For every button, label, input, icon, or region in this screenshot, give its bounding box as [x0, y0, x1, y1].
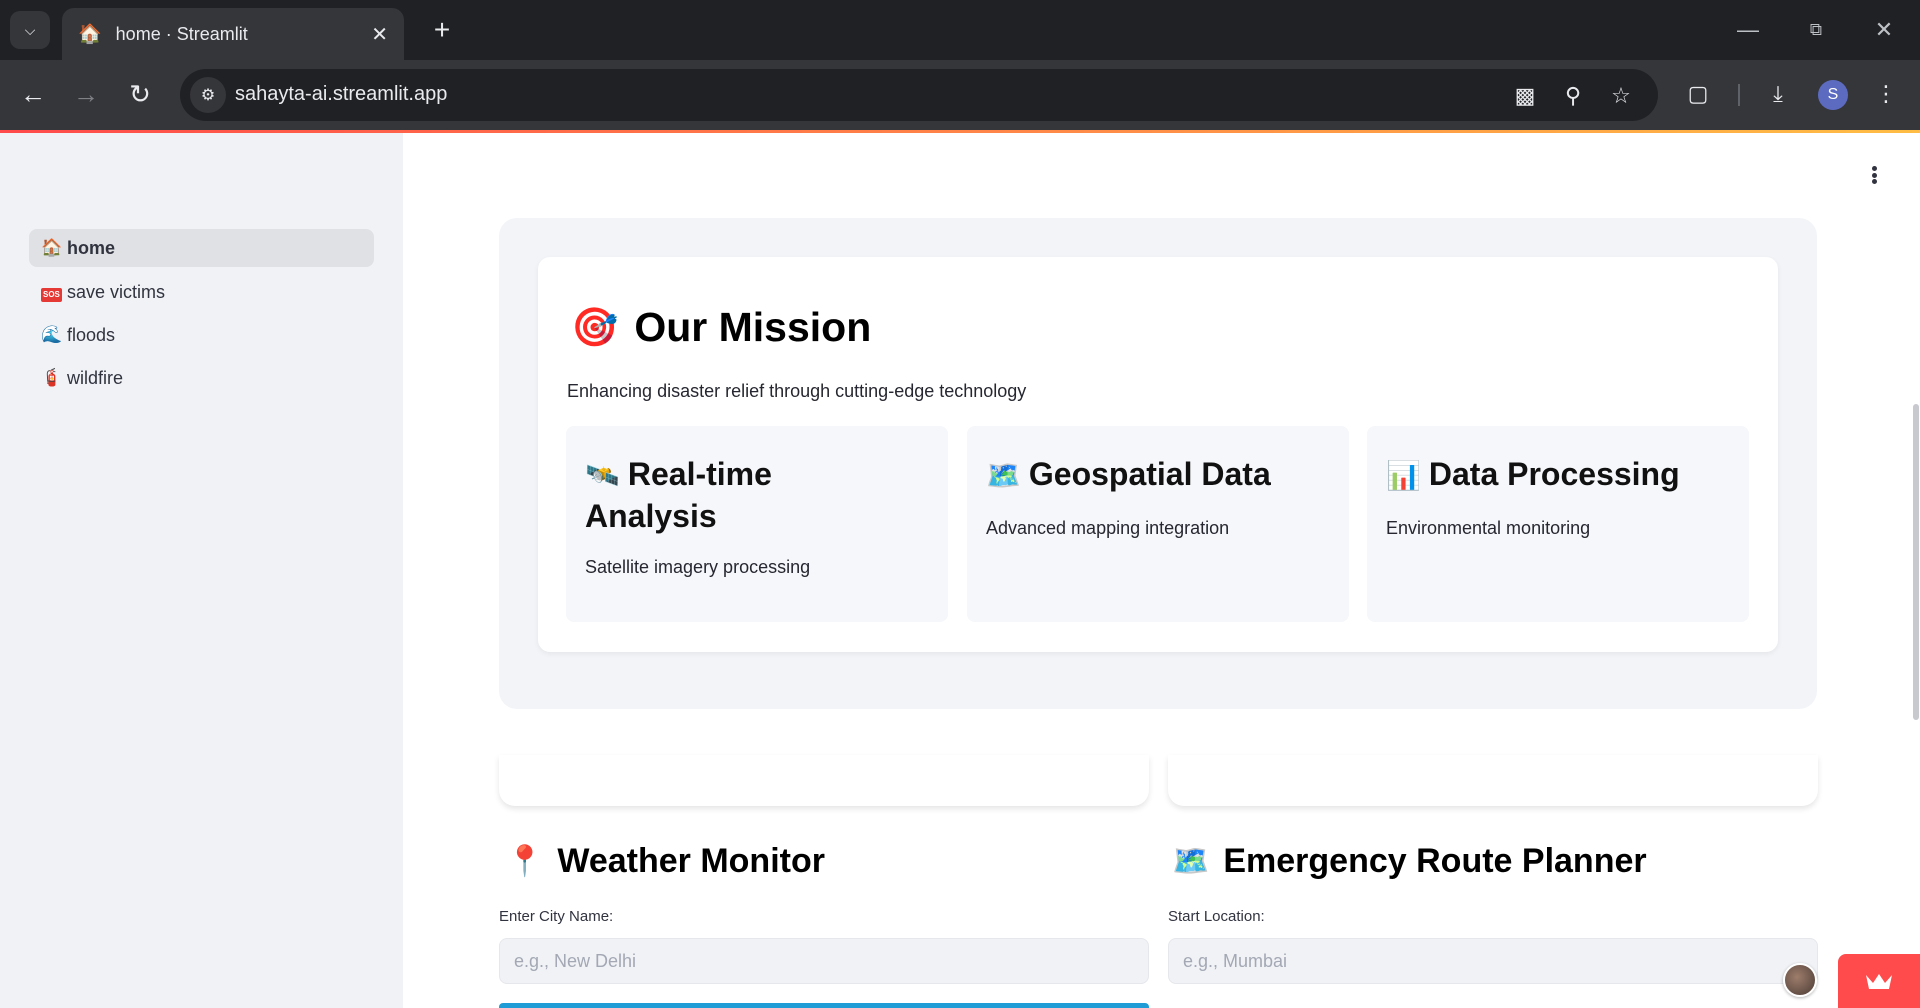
city-input[interactable]	[499, 938, 1149, 984]
plus-icon: +	[433, 14, 451, 45]
bookmark-star-icon[interactable]: ☆	[1606, 81, 1636, 111]
new-tab-button[interactable]: +	[424, 12, 460, 48]
tab-title: home · Streamlit	[115, 23, 248, 44]
sidebar-item-label: save victims	[67, 281, 166, 302]
address-bar[interactable]: ⚙ sahayta-ai.streamlit.app ▩ ⚲ ☆	[180, 69, 1658, 121]
browser-menu-icon[interactable]: ⋮	[1868, 76, 1904, 112]
sos-icon: SOS	[41, 282, 62, 302]
feature-desc: Satellite imagery processing	[585, 557, 811, 577]
arrow-left-icon: ←	[20, 78, 46, 109]
viewer-avatar[interactable]	[1783, 963, 1817, 997]
city-label: Enter City Name:	[499, 908, 614, 925]
feature-title: 🗺️ Geospatial Data	[986, 456, 1271, 492]
house-icon: 🏠	[41, 238, 63, 257]
sidebar-item-wildfire[interactable]: 🧯 wildfire	[29, 359, 374, 397]
route-card-top	[1168, 755, 1818, 806]
feature-title: 📊 Data Processing	[1386, 456, 1680, 492]
mission-heading: 🎯 Our Mission	[571, 304, 871, 351]
streamlit-badge[interactable]	[1838, 954, 1920, 1008]
scrollbar-thumb[interactable]	[1913, 404, 1919, 720]
mission-subtitle: Enhancing disaster relief through cuttin…	[567, 381, 1027, 401]
browser-toolbar: ← → ↻ ⚙ sahayta-ai.streamlit.app ▩ ⚲ ☆ ▢…	[0, 60, 1920, 130]
reload-button[interactable]: ↻	[120, 74, 160, 114]
restore-icon: ⧉	[1809, 20, 1823, 39]
forward-button[interactable]: →	[66, 74, 106, 114]
sidebar-item-floods[interactable]: 🌊 floods	[29, 316, 374, 354]
map-icon: 🗺️	[1172, 845, 1210, 878]
main-menu-button[interactable]	[1862, 162, 1886, 188]
weather-title: Weather Monitor	[557, 842, 825, 880]
back-button[interactable]: ←	[13, 74, 53, 114]
feature-card-geospatial: 🗺️ Geospatial Data Advanced mapping integ…	[967, 426, 1349, 622]
pushpin-icon: 📍	[506, 845, 544, 878]
home-favicon-icon: 🏠	[78, 24, 102, 45]
minimize-window-button[interactable]: —	[1728, 12, 1768, 48]
sidebar-item-home[interactable]: 🏠 home	[29, 229, 374, 267]
close-icon: ✕	[1874, 17, 1894, 42]
profile-avatar[interactable]: S	[1818, 80, 1848, 110]
map-icon: 🗺️	[986, 460, 1021, 491]
satellite-icon: 🛰️	[585, 460, 620, 491]
tune-icon: ⚙	[200, 87, 216, 104]
sidebar-item-label: floods	[67, 324, 116, 345]
target-icon: 🎯	[571, 306, 619, 349]
bar-chart-icon: 📊	[1386, 460, 1421, 491]
start-location-label: Start Location:	[1168, 908, 1265, 925]
toolbar-divider	[1738, 84, 1740, 106]
tab-search-button[interactable]: ⌵	[10, 11, 50, 49]
install-app-icon[interactable]: ▩	[1510, 81, 1540, 111]
mission-title: Our Mission	[634, 304, 872, 350]
browser-tab-home[interactable]: 🏠 home · Streamlit ✕	[62, 8, 404, 60]
feature-desc: Advanced mapping integration	[986, 518, 1230, 538]
feature-card-data-processing: 📊 Data Processing Environmental monitorin…	[1367, 426, 1749, 622]
sidebar-item-label: home	[67, 237, 116, 258]
chevron-down-icon: ⌵	[24, 21, 36, 38]
route-title: Emergency Route Planner	[1223, 842, 1647, 880]
url-text: sahayta-ai.streamlit.app	[235, 83, 448, 105]
firefighter-icon: 🧯	[41, 368, 63, 387]
downloads-icon[interactable]: ⤓	[1760, 76, 1796, 112]
feature-desc: Environmental monitoring	[1386, 518, 1591, 538]
minimize-icon: —	[1737, 17, 1759, 42]
crown-icon	[1866, 974, 1892, 989]
get-weather-button[interactable]	[499, 1003, 1149, 1008]
feature-title: 🛰️ Real-time Analysis	[585, 456, 772, 534]
feature-card-realtime: 🛰️ Real-time Analysis Satellite imagery pr…	[566, 426, 948, 622]
close-window-button[interactable]: ✕	[1864, 12, 1904, 48]
restore-window-button[interactable]: ⧉	[1796, 12, 1836, 48]
sidebar-item-save-victims[interactable]: SOS save victims	[29, 273, 374, 311]
browser-tab-bar: ⌵ 🏠 home · Streamlit ✕ + — ⧉ ✕	[0, 0, 1920, 60]
sidebar-item-label: wildfire	[67, 367, 124, 388]
route-heading: 🗺️ Emergency Route Planner	[1172, 842, 1647, 881]
close-tab-icon[interactable]: ✕	[371, 22, 388, 47]
site-info-button[interactable]: ⚙	[190, 77, 226, 113]
reload-icon: ↻	[129, 78, 151, 109]
zoom-icon[interactable]: ⚲	[1558, 81, 1588, 111]
wave-icon: 🌊	[41, 325, 63, 344]
start-location-input[interactable]	[1168, 938, 1818, 984]
weather-heading: 📍 Weather Monitor	[506, 842, 825, 881]
weather-card-top	[499, 755, 1149, 806]
arrow-right-icon: →	[73, 78, 99, 109]
extensions-icon[interactable]: ▢	[1680, 76, 1716, 112]
